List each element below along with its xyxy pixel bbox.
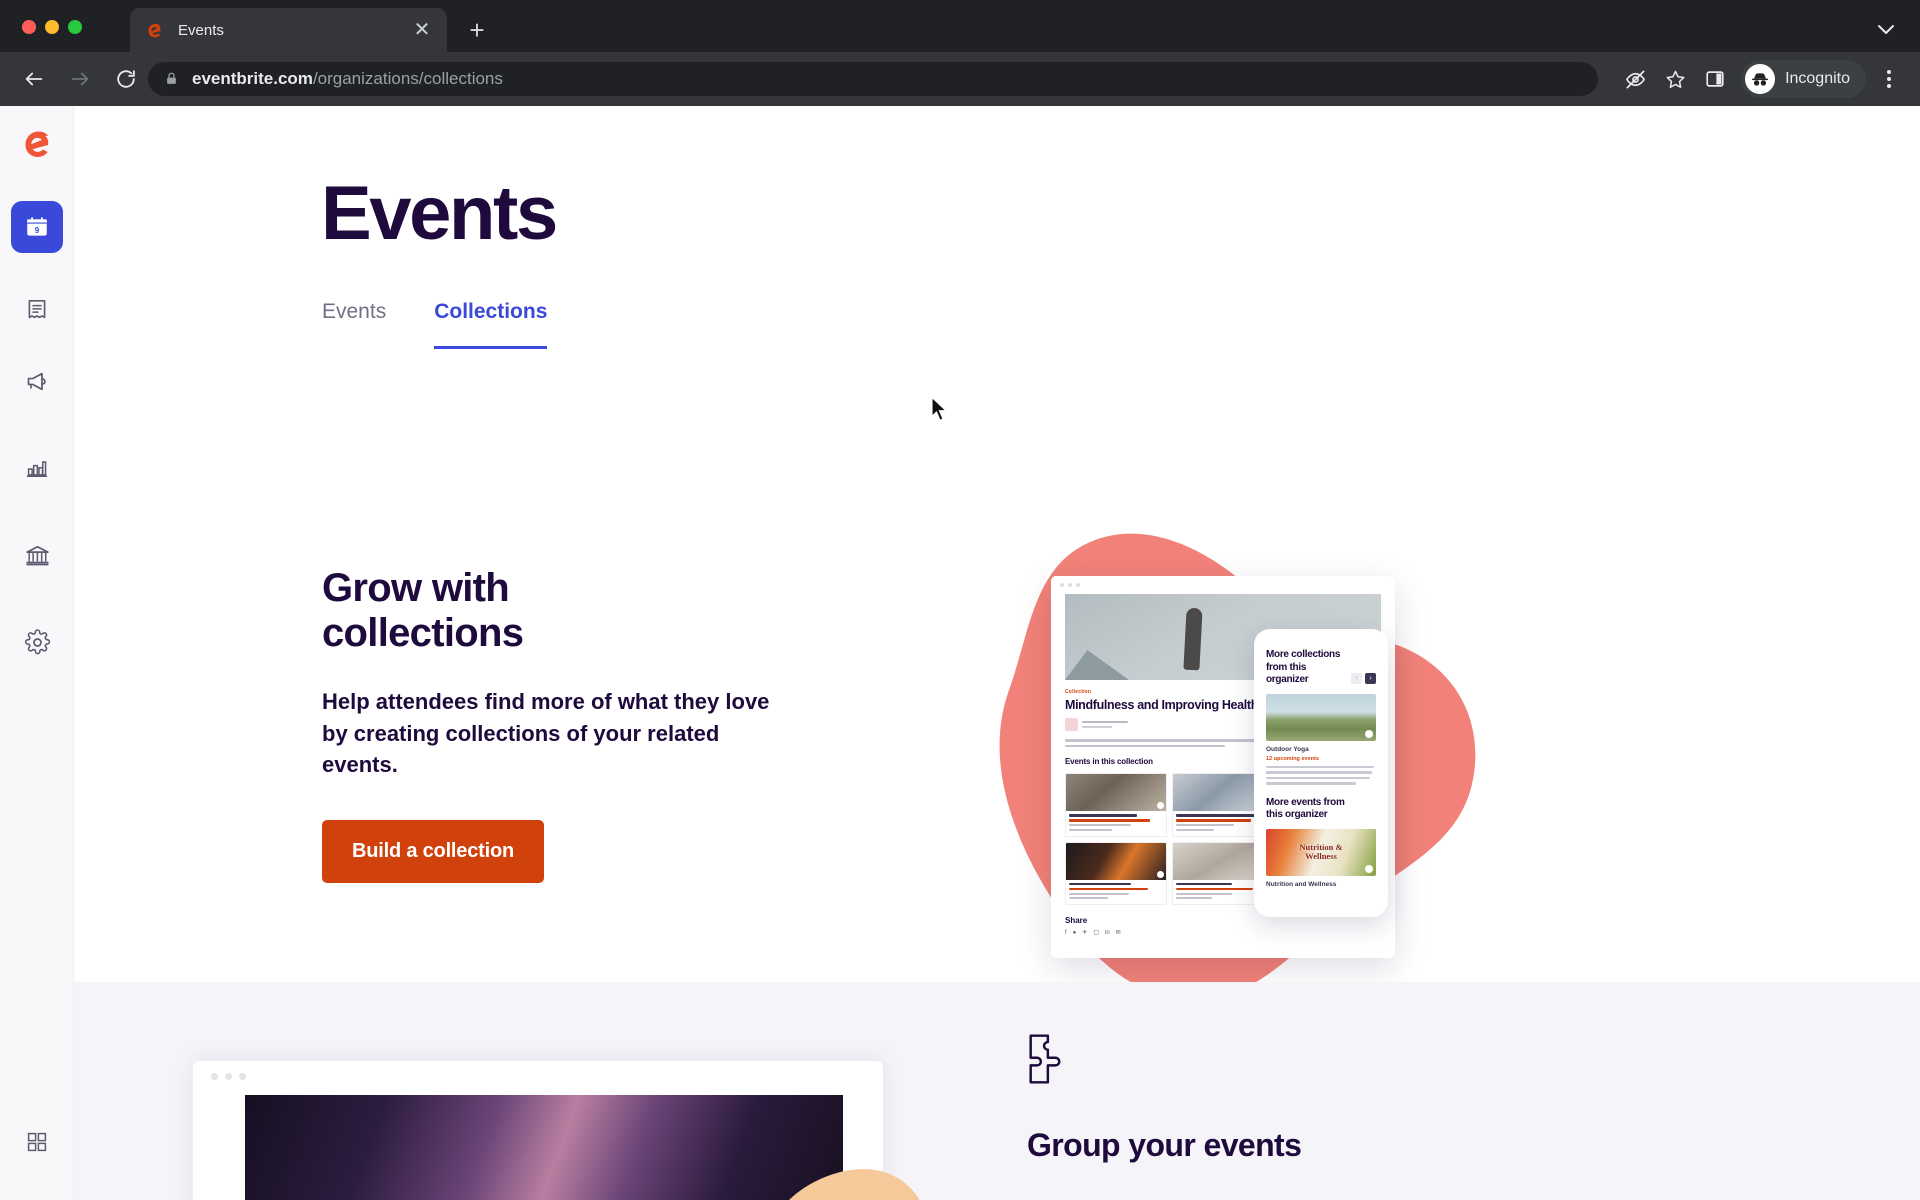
browser-chrome: Events ✕ + eventbrite.com/organizations/…	[0, 0, 1920, 106]
tab-events[interactable]: Events	[322, 300, 386, 349]
hero-section: Events Events Collections Grow with coll…	[74, 106, 1920, 982]
group-your-events-heading: Group your events	[1027, 1127, 1302, 1163]
build-a-collection-button[interactable]: Build a collection	[322, 820, 544, 884]
tab-collections[interactable]: Collections	[434, 300, 548, 349]
eventbrite-logo-icon[interactable]	[0, 127, 74, 161]
organizer-avatar	[1065, 718, 1078, 731]
phone-card-subtext: 12 upcoming events	[1266, 755, 1319, 762]
phone-event-card: Nutrition & Wellness Nutrition and Welln…	[1266, 828, 1376, 897]
menu-dot	[1887, 77, 1891, 81]
sidebar-item-reports[interactable]	[11, 442, 63, 494]
nutrition-overlay-text: Nutrition & Wellness	[1299, 842, 1343, 862]
sidebar-item-finance[interactable]	[11, 529, 63, 581]
hero-heading: Grow with collections	[322, 566, 524, 656]
mockup-dot	[1068, 583, 1072, 587]
messenger-icon: ●	[1072, 930, 1077, 936]
toolbar-actions: Incognito	[1615, 60, 1906, 98]
sidebar-item-orders[interactable]	[11, 284, 63, 336]
menu-dot	[1887, 84, 1891, 88]
mockup-event-card	[1065, 841, 1167, 905]
browser-tab-strip: Events ✕ +	[0, 0, 1920, 52]
sidebar-item-settings[interactable]	[11, 616, 63, 668]
window-controls	[22, 20, 82, 34]
phone-card-title: Nutrition and Wellness	[1266, 880, 1337, 888]
phone-card-title: Outdoor Yoga	[1266, 745, 1309, 753]
page-viewport: 9 Events Events Collections Grow with co…	[0, 106, 1920, 1200]
sidebar-item-apps[interactable]	[11, 1116, 63, 1168]
mail-icon: ✉	[1115, 930, 1121, 936]
outdoor-yoga-photo	[1266, 693, 1376, 741]
browser-tab-title: Events	[178, 21, 224, 39]
sidebar: 9	[0, 106, 74, 1200]
lower-section: Group your events	[74, 982, 1920, 1200]
puzzle-piece-icon	[1029, 1034, 1061, 1084]
mockup-dot	[1060, 583, 1064, 587]
three-dot-menu-icon[interactable]	[1872, 60, 1906, 98]
eventbrite-e-icon	[144, 20, 164, 40]
mockup-share-heading: Share	[1065, 916, 1088, 925]
window-close-button[interactable]	[22, 20, 36, 34]
phone-section1-arrows: ‹ ›	[1351, 673, 1376, 684]
sidebar-item-marketing[interactable]	[11, 355, 63, 407]
back-arrow-icon[interactable]	[16, 61, 52, 97]
organizer-name-placeholder	[1082, 720, 1128, 729]
incognito-avatar-icon	[1745, 64, 1776, 94]
chevron-left-icon[interactable]: ‹	[1351, 673, 1362, 684]
eye-off-icon[interactable]	[1617, 61, 1653, 97]
nutrition-wellness-photo: Nutrition & Wellness	[1266, 828, 1376, 876]
phone-card-date	[1266, 891, 1376, 897]
mockup-share-icons: f ● ✈ ▢ in ✉	[1065, 930, 1381, 936]
mockup-dot	[211, 1072, 218, 1080]
phone-collection-card: Outdoor Yoga 12 upcoming events	[1266, 693, 1376, 785]
browser-toolbar: eventbrite.com/organizations/collections	[0, 52, 1920, 106]
chevron-right-icon[interactable]: ›	[1365, 673, 1376, 684]
url-domain: eventbrite.com	[192, 69, 313, 88]
linkedin-icon: in	[1105, 930, 1110, 936]
plus-icon[interactable]: +	[462, 16, 492, 46]
hero-subtext: Help attendees find more of what they lo…	[322, 689, 770, 777]
window-maximize-button[interactable]	[68, 20, 82, 34]
mockup-dot	[239, 1072, 246, 1080]
calendar-badge-number: 9	[35, 226, 40, 235]
page-title: Events	[321, 171, 558, 256]
hero-copy: Grow with collections Help attendees fin…	[322, 566, 792, 884]
peach-blob-shape	[789, 1169, 920, 1200]
sidebar-item-events[interactable]: 9	[11, 201, 63, 253]
star-icon[interactable]	[1657, 61, 1693, 97]
phone-card-description	[1266, 765, 1376, 785]
lower-mockup-titlebar	[193, 1061, 883, 1091]
forward-arrow-icon[interactable]	[62, 61, 98, 97]
mockup-event-card	[1065, 773, 1167, 837]
hero-illustration: Collection Mindfulness and Improving Hea…	[934, 524, 1574, 982]
lock-icon	[164, 71, 180, 87]
url-path: /organizations/collections	[312, 69, 503, 88]
phone-section2-heading: More events from this organizer	[1266, 796, 1345, 821]
group-your-events-block: Group your events	[1027, 1032, 1627, 1164]
profile-chip[interactable]: Incognito	[1741, 60, 1866, 98]
reload-icon[interactable]	[108, 61, 144, 97]
side-panel-icon[interactable]	[1697, 61, 1733, 97]
mockup-titlebar	[1051, 576, 1395, 594]
page-tabs: Events Collections	[322, 300, 548, 349]
menu-dot	[1887, 70, 1891, 74]
twitter-icon: ✈	[1082, 930, 1088, 936]
facebook-icon: f	[1065, 930, 1067, 936]
profile-label: Incognito	[1785, 70, 1850, 87]
phone-mockup: More collections from this organizer ‹ ›…	[1254, 629, 1388, 917]
mockup-dot	[1076, 583, 1080, 587]
browser-tab[interactable]: Events ✕	[130, 8, 447, 52]
address-bar-url: eventbrite.com/organizations/collections	[192, 69, 503, 89]
close-icon[interactable]: ✕	[411, 19, 433, 41]
chevron-down-icon[interactable]	[1874, 20, 1898, 38]
instagram-icon: ▢	[1093, 930, 1099, 936]
address-bar[interactable]: eventbrite.com/organizations/collections	[148, 62, 1598, 96]
window-minimize-button[interactable]	[45, 20, 59, 34]
mockup-dot	[225, 1072, 232, 1080]
